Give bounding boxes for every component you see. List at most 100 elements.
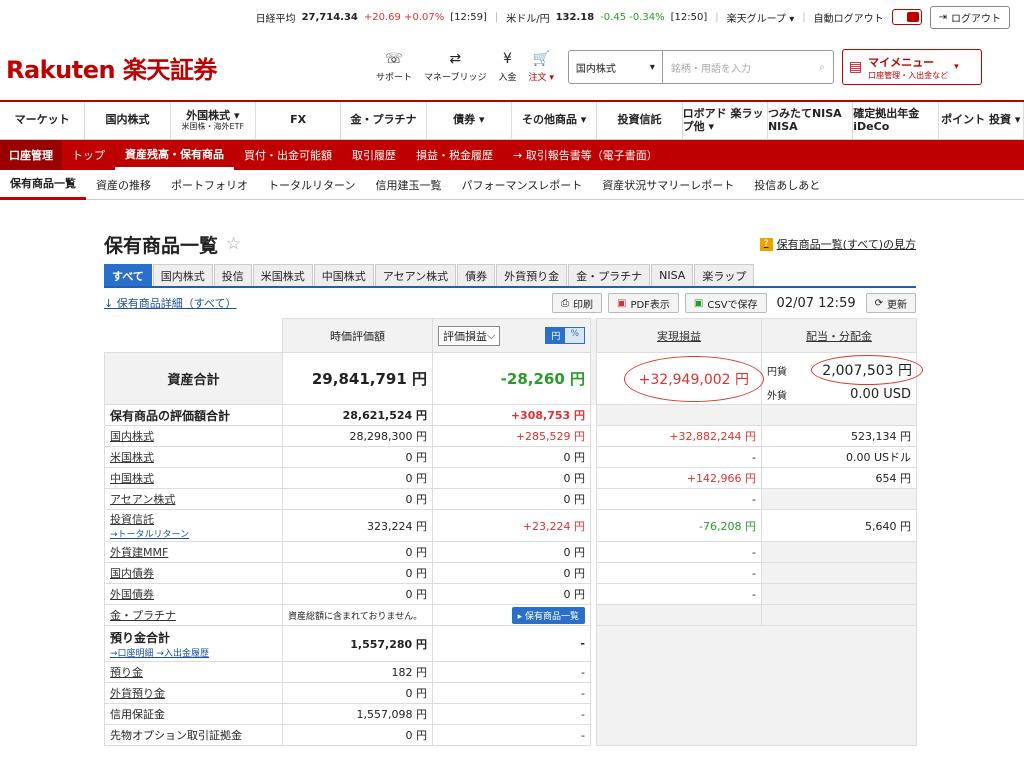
row-dividend: 523,134 円 <box>761 425 917 447</box>
table-row: 米国株式 0 円0 円 -0.00 USドル <box>104 446 917 468</box>
gnav-item-8[interactable]: ロボアド 楽ラップ他 ▾ <box>683 102 768 139</box>
row-pl: +23,224 円 <box>432 509 591 542</box>
search-category-select[interactable]: 国内株式 ▾ <box>569 51 663 83</box>
csv-button[interactable]: ▣ CSVで保存 <box>684 293 767 313</box>
row-label-link[interactable]: 金・プラチナ <box>110 609 176 622</box>
gnav-item-5[interactable]: 債券 ▾ <box>427 102 512 139</box>
tnav-item-3[interactable]: トータルリターン <box>258 170 365 200</box>
logout-button[interactable]: ⇥ ログアウト <box>929 5 1010 29</box>
star-icon[interactable]: ☆ <box>226 234 241 254</box>
subnav-item-0[interactable]: トップ <box>62 140 115 170</box>
account-subnav: 口座管理 トップ 資産残高・保有商品 買付・出金可能額 取引履歴 損益・税金履歴 → 取引… <box>0 140 1024 170</box>
holdings-list-button[interactable]: ▸ 保有商品一覧 <box>511 606 585 624</box>
gnav-item-2[interactable]: 外国株式 ▾ 米国株・海外ETF <box>171 102 256 139</box>
group-menu[interactable]: 楽天グループ ▾ <box>727 10 795 25</box>
tab-0[interactable]: すべて <box>104 264 152 286</box>
tab-5[interactable]: アセアン株式 <box>374 264 457 286</box>
tab-10[interactable]: 楽ラップ <box>694 264 755 286</box>
pl-select[interactable]: 評価損益 ⌵ <box>438 325 501 346</box>
tnav-item-4[interactable]: 信用建玉一覧 <box>365 170 451 200</box>
header-icon-symbol-icon: ⇄ <box>449 51 462 67</box>
tab-3[interactable]: 米国株式 <box>252 264 313 286</box>
row-label-link[interactable]: 米国株式 <box>110 451 154 464</box>
row-label-link[interactable]: 国内株式 <box>110 430 154 443</box>
gnav-item-9[interactable]: つみたてNISA NISA <box>768 102 854 139</box>
gnav-label: 投資信託 <box>617 113 662 127</box>
header-icon-symbol-icon: 🛒 <box>532 51 550 67</box>
header-icon-1[interactable]: ⇄ マネーブリッジ <box>424 51 486 83</box>
deposit-sublinks[interactable]: →口座明細 →入出金履歴 <box>110 649 209 659</box>
gnav-item-1[interactable]: 国内株式 <box>85 102 171 139</box>
header-icon-0[interactable]: ☏ サポート <box>376 51 412 83</box>
row-label-link[interactable]: 投資信託 <box>110 513 154 526</box>
table-row: 金・プラチナ 資産総額に含まれておりません。 ▸ 保有商品一覧 <box>104 604 917 626</box>
gnav-item-10[interactable]: 確定拠出年金 iDeCo <box>853 102 939 139</box>
tnav-item-6[interactable]: 資産状況サマリーレポート <box>592 170 744 200</box>
col-dividend-link[interactable]: 配当・分配金 <box>806 330 872 343</box>
row-label-cell: 国内債券 <box>104 562 283 584</box>
row-label-link[interactable]: 預り金 <box>110 666 143 679</box>
mymenu-title: マイメニュー <box>868 55 935 69</box>
gnav-item-7[interactable]: 投資信託 <box>597 102 683 139</box>
mymenu-button[interactable]: ▤ マイメニュー 口座管理・入出金など ▾ <box>841 49 982 85</box>
subnav-item-5[interactable]: → 取引報告書等（電子書面） <box>503 140 668 170</box>
tnav-item-1[interactable]: 資産の推移 <box>86 170 161 200</box>
tnav-item-5[interactable]: パフォーマンスレポート <box>451 170 592 200</box>
tab-4[interactable]: 中国株式 <box>313 264 374 286</box>
search-icon[interactable]: ⌕ <box>819 62 825 73</box>
update-datetime: 02/07 12:59 <box>776 295 856 311</box>
gnav-item-6[interactable]: その他商品 ▾ <box>512 102 598 139</box>
refresh-button[interactable]: ⟳ 更新 <box>865 293 916 313</box>
gnav-label: 確定拠出年金 iDeCo <box>853 106 920 133</box>
header-icon-3[interactable]: 🛒 注文 ▾ <box>529 51 554 83</box>
pdf-button[interactable]: ▣ PDF表示 <box>607 293 679 313</box>
print-button[interactable]: ⎙ 印刷 <box>551 293 602 313</box>
col-dividend-header[interactable]: 配当・分配金 <box>761 318 917 353</box>
unit-pct[interactable]: % <box>565 328 584 343</box>
row-label-link[interactable]: 外国債券 <box>110 588 154 601</box>
col-realized-link[interactable]: 実現損益 <box>657 330 701 343</box>
tnav-item-2[interactable]: ポートフォリオ <box>161 170 258 200</box>
header-icon-symbol-icon: ¥ <box>503 51 512 67</box>
row-label-link[interactable]: 国内債券 <box>110 567 154 580</box>
col-realized-header[interactable]: 実現損益 <box>596 318 762 353</box>
chevron-down-icon: ⌵ <box>487 328 496 342</box>
autologout-toggle[interactable] <box>891 9 922 25</box>
tab-7[interactable]: 外貨預り金 <box>496 264 568 286</box>
gnav-item-4[interactable]: 金・プラチナ <box>341 102 427 139</box>
gnav-label: 債券 ▾ <box>453 113 485 127</box>
gnav-item-3[interactable]: FX <box>256 102 342 139</box>
tab-6[interactable]: 債券 <box>457 264 496 286</box>
help-link[interactable]: ? 保有商品一覧(すべて)の見方 <box>759 236 916 252</box>
tnav-item-0[interactable]: 保有商品一覧 <box>0 170 86 200</box>
row-value: 0 円 <box>282 541 433 563</box>
row-value: 28,298,300 円 <box>282 425 433 447</box>
tab-9[interactable]: NISA <box>651 264 694 286</box>
total-label: 資産合計 <box>104 352 283 405</box>
tab-2[interactable]: 投信 <box>213 264 252 286</box>
row-label-link[interactable]: 外貨預り金 <box>110 687 165 700</box>
gnav-item-11[interactable]: ポイント 投資 ▾ <box>939 102 1024 139</box>
tab-1[interactable]: 国内株式 <box>152 264 213 286</box>
subnav-item-3[interactable]: 取引履歴 <box>342 140 406 170</box>
unit-toggle[interactable]: 円% <box>545 327 585 344</box>
logo[interactable]: Rakuten 楽天証券 <box>6 50 376 85</box>
col-value-header: 時価評価額 <box>282 318 433 353</box>
tnav-item-7[interactable]: 投信あしあと <box>744 170 830 200</box>
row-sublink[interactable]: →トータルリターン <box>110 530 189 540</box>
row-label-link[interactable]: 中国株式 <box>110 472 154 485</box>
tab-8[interactable]: 金・プラチナ <box>568 264 651 286</box>
table-row: 外貨建MMF 0 円0 円- <box>104 541 917 563</box>
header-icon-2[interactable]: ¥ 入金 <box>498 51 516 83</box>
subnav-item-2[interactable]: 買付・出金可能額 <box>234 140 342 170</box>
subnav-item-4[interactable]: 損益・税金履歴 <box>406 140 503 170</box>
row-dividend: 0.00 USドル <box>761 446 917 468</box>
unit-yen[interactable]: 円 <box>546 328 566 343</box>
gnav-label: 国内株式 <box>105 113 150 127</box>
gnav-item-0[interactable]: マーケット <box>0 102 86 139</box>
subnav-item-1[interactable]: 資産残高・保有商品 <box>115 140 234 170</box>
detail-link[interactable]: ↓ 保有商品詳細（すべて） <box>104 295 237 311</box>
row-label-link[interactable]: アセアン株式 <box>110 493 175 506</box>
search-input[interactable]: 銘柄・用語を入力 ⌕ <box>663 51 833 83</box>
row-label-link[interactable]: 外貨建MMF <box>110 546 168 559</box>
